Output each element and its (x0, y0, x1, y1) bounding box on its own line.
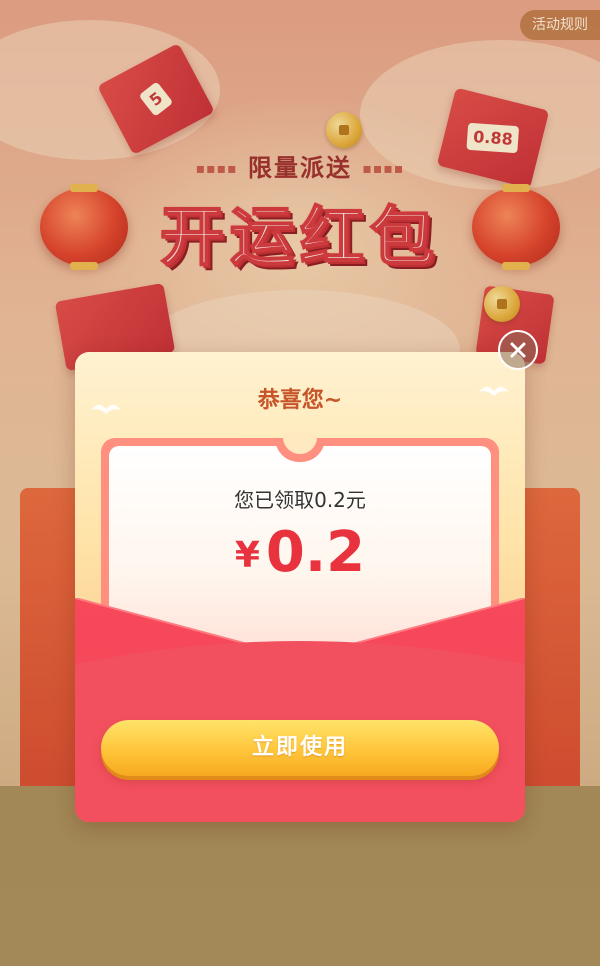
amount-value: 0.2 (265, 520, 366, 585)
reward-modal: 恭喜您~ 您已领取0.2元 ¥0.2 立即使用 (75, 352, 525, 822)
congrats-title: 恭喜您~ (257, 388, 343, 413)
envelope-front (75, 598, 525, 822)
use-now-button[interactable]: 立即使用 (101, 720, 499, 776)
close-button[interactable] (498, 330, 538, 370)
close-icon (510, 342, 526, 358)
currency-symbol: ¥ (234, 535, 260, 576)
reward-amount: ¥0.2 (75, 520, 525, 585)
received-text: 您已领取0.2元 (234, 488, 366, 512)
